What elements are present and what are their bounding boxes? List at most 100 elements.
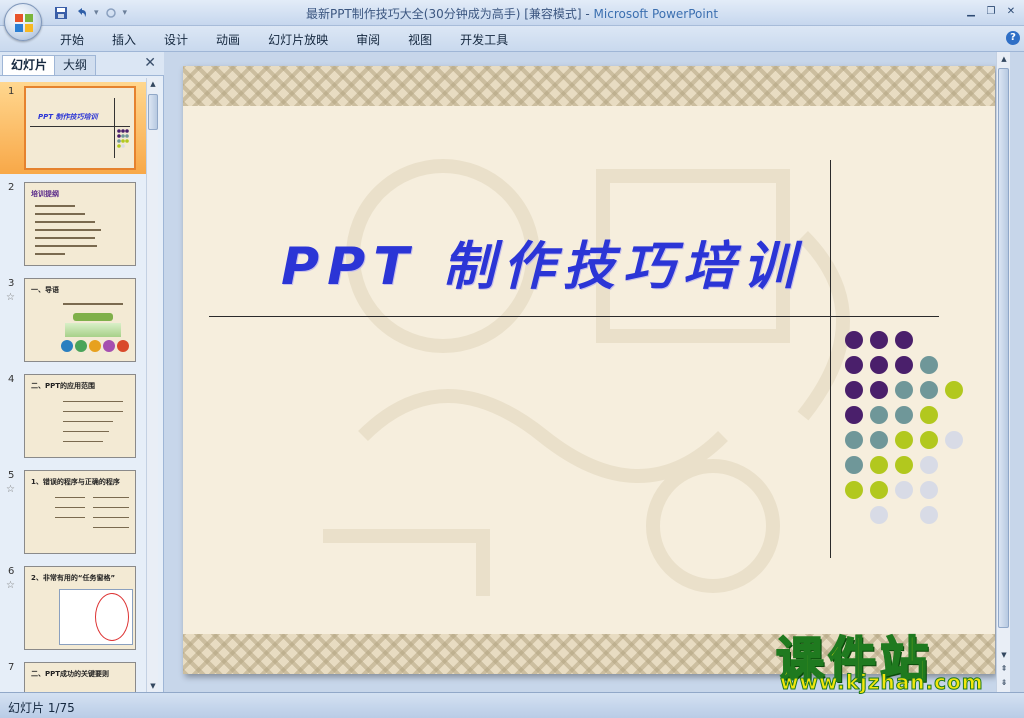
window-title: 最新PPT制作技巧大全(30分钟成为高手) [兼容模式] - Microsoft…	[0, 5, 1024, 22]
title-bar: ▾ ▾ 最新PPT制作技巧大全(30分钟成为高手) [兼容模式] - Micro…	[0, 0, 1024, 41]
thumbnail-title: 一、导语	[31, 286, 59, 294]
thumbnail-title: 二、PPT的应用范围	[31, 382, 96, 390]
tab-slides[interactable]: 幻灯片	[2, 55, 57, 75]
thumbnail-bullet	[63, 431, 109, 432]
close-icon[interactable]: ✕	[1002, 3, 1020, 19]
thumbnail-preview: PPT 制作技巧培训	[24, 86, 136, 170]
tab-developer[interactable]: 开发工具	[460, 31, 508, 48]
slide-thumbnail-1[interactable]: 1 PPT 制作技巧培训	[0, 82, 146, 174]
minimize-icon[interactable]: ▁	[962, 3, 980, 19]
scrollbar-thumb[interactable]	[998, 68, 1009, 628]
thumbnails-scrollbar[interactable]: ▲ ▼	[146, 78, 158, 692]
tab-insert[interactable]: 插入	[112, 31, 136, 48]
tab-slideshow[interactable]: 幻灯片放映	[268, 31, 328, 48]
scroll-up-icon[interactable]: ▲	[147, 78, 159, 90]
slide-number: 4	[8, 374, 15, 385]
thumbnail-highlight	[95, 593, 129, 641]
decorative-dot	[945, 381, 963, 399]
slide-scrollbar[interactable]: ▲ ▼ ⇞ ⇟	[996, 52, 1010, 692]
thumbnail-bullet	[35, 205, 75, 207]
thumbnail-dots	[117, 129, 129, 148]
thumbnail-bullet	[93, 527, 129, 528]
slide-number: 6	[8, 566, 15, 577]
slide-number: 5	[8, 470, 15, 481]
ribbon: 开始 插入 设计 动画 幻灯片放映 审阅 视图 开发工具 ?	[0, 26, 1024, 52]
thumbnail-preview: 一、导语	[24, 278, 136, 362]
slide-number: 1	[8, 86, 15, 97]
thumbnail-bullet	[93, 517, 129, 518]
slide-thumbnail-3[interactable]: 3 ☆ 一、导语	[0, 274, 146, 366]
animation-star-icon: ☆	[6, 580, 15, 591]
slide-number: 2	[8, 182, 15, 193]
slide-number: 7	[8, 662, 15, 673]
animation-star-icon: ☆	[6, 292, 15, 303]
close-panel-icon[interactable]: ✕	[144, 55, 156, 71]
office-logo-icon	[15, 14, 33, 32]
thumbnail-bullet	[55, 497, 85, 498]
restore-icon[interactable]: ❐	[982, 3, 1000, 19]
thumbnail-preview: 2、非常有用的“任务窗格”	[24, 566, 136, 650]
slide-editor: PPT 制作技巧培训 ▲ ▼ ⇞ ⇟	[165, 52, 1010, 692]
scrollbar-thumb[interactable]	[148, 94, 158, 130]
thumbnail-bullet	[63, 401, 123, 402]
site-watermark: 课件站 www.kjzhan.com	[775, 620, 1006, 695]
thumbnail-bullet	[35, 253, 65, 255]
thumbnail-bullet	[63, 421, 113, 422]
thumbnail-line	[63, 303, 123, 305]
status-bar: 幻灯片 1/75	[0, 692, 1024, 718]
decorative-dot	[945, 431, 963, 449]
slide-thumbnail-2[interactable]: 2 培训提纲	[0, 178, 146, 270]
thumbnail-rule-v	[114, 98, 115, 158]
slides-panel: 幻灯片 大纲 ✕ 1 PPT 制作技巧培训 2 培训提纲 3 ☆ 一、导语 4 …	[0, 52, 164, 692]
thumbnail-preview: 二、PPT的应用范围	[24, 374, 136, 458]
current-slide[interactable]: PPT 制作技巧培训	[183, 66, 995, 674]
window-controls: ▁ ❐ ✕	[962, 3, 1020, 19]
tab-view[interactable]: 视图	[408, 31, 432, 48]
slide-thumbnail-4[interactable]: 4 二、PPT的应用范围	[0, 370, 146, 462]
app-name: Microsoft PowerPoint	[593, 7, 719, 21]
tab-review[interactable]: 审阅	[356, 31, 380, 48]
tab-design[interactable]: 设计	[164, 31, 188, 48]
slide-thumbnails: 1 PPT 制作技巧培训 2 培训提纲 3 ☆ 一、导语 4 二、PPT的应用范…	[0, 78, 146, 692]
slide-thumbnail-5[interactable]: 5 ☆ 1、错误的程序与正确的程序	[0, 466, 146, 558]
thumbnail-title: 培训提纲	[31, 190, 59, 198]
slide-thumbnail-6[interactable]: 6 ☆ 2、非常有用的“任务窗格”	[0, 562, 146, 654]
scroll-down-icon[interactable]: ▼	[147, 680, 159, 692]
tab-outline[interactable]: 大纲	[54, 55, 97, 75]
thumbnail-bullet	[35, 237, 95, 239]
thumbnail-bullet	[35, 221, 95, 223]
thumbnail-title: 2、非常有用的“任务窗格”	[31, 574, 116, 582]
thumbnail-shape	[65, 323, 121, 337]
thumbnail-bullet	[93, 497, 129, 498]
thumbnail-bullet	[55, 507, 85, 508]
slide-number: 3	[8, 278, 15, 289]
thumbnail-bullet	[35, 229, 101, 231]
thumbnail-shape	[73, 313, 113, 321]
slide-indicator: 幻灯片 1/75	[8, 701, 75, 715]
vertical-rule	[830, 160, 831, 558]
slide-title[interactable]: PPT 制作技巧培训	[281, 224, 803, 299]
scroll-up-icon[interactable]: ▲	[997, 52, 1011, 66]
thumbnail-bullet	[63, 411, 123, 412]
thumbnail-circles	[61, 340, 129, 352]
tab-animation[interactable]: 动画	[216, 31, 240, 48]
office-button[interactable]	[4, 3, 42, 41]
tab-home[interactable]: 开始	[60, 31, 84, 48]
thumbnail-bullet	[55, 517, 85, 518]
thumbnail-bullet	[35, 213, 85, 215]
ribbon-tabs: 开始 插入 设计 动画 幻灯片放映 审阅 视图 开发工具	[60, 31, 536, 48]
thumbnail-preview: 培训提纲	[24, 182, 136, 266]
panel-tabs: 幻灯片 大纲 ✕	[0, 52, 164, 76]
watermark-url: www.kjzhan.com	[780, 670, 984, 695]
thumbnail-title: 二、PPT成功的关键要则	[31, 670, 110, 678]
help-icon[interactable]: ?	[1006, 31, 1020, 45]
thumbnail-title: 1、错误的程序与正确的程序	[31, 478, 120, 486]
thumbnail-preview: 1、错误的程序与正确的程序	[24, 470, 136, 554]
thumbnail-rule	[30, 126, 130, 127]
thumbnail-bullet	[63, 441, 103, 442]
slide-thumbnail-7[interactable]: 7 二、PPT成功的关键要则	[0, 658, 146, 692]
decorative-band-top	[183, 66, 995, 106]
thumbnail-preview: 二、PPT成功的关键要则	[24, 662, 136, 692]
thumbnail-title: PPT 制作技巧培训	[38, 113, 98, 121]
document-title: 最新PPT制作技巧大全(30分钟成为高手) [兼容模式] -	[305, 7, 594, 21]
